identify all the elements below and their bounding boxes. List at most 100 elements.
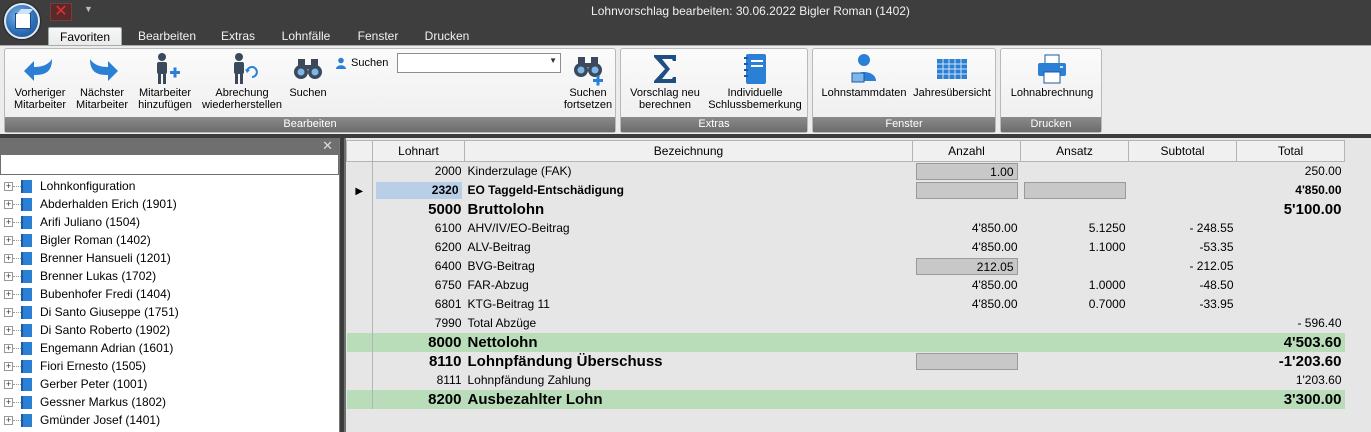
row-selector[interactable] [346, 313, 373, 333]
bezeichnung-cell[interactable]: Total Abzüge [465, 314, 913, 333]
anzahl-cell[interactable] [912, 389, 1021, 409]
tree-item-employee[interactable]: + Gerber Peter (1001) [0, 375, 339, 393]
tree-item-employee[interactable]: + Gmünder Josef (1401) [0, 411, 339, 429]
expand-icon[interactable]: + [4, 272, 13, 281]
row-selector[interactable]: ▶ [346, 180, 373, 200]
continue-search-button[interactable]: Suchen fortsetzen [561, 51, 615, 117]
row-selector[interactable] [346, 370, 373, 390]
bezeichnung-cell[interactable]: ALV-Beitrag [465, 238, 913, 257]
lohnart-cell[interactable]: 6400 [373, 257, 465, 276]
ansatz-cell[interactable] [1021, 162, 1129, 181]
recalculate-button[interactable]: Vorschlag neu berechnen [625, 51, 705, 117]
lohnart-cell[interactable]: 7990 [373, 314, 465, 333]
ansatz-cell[interactable] [1020, 332, 1129, 352]
anzahl-cell[interactable] [913, 314, 1021, 333]
tree-item-employee[interactable]: + Abderhalden Erich (1901) [0, 195, 339, 213]
tab-extras[interactable]: Extras [214, 27, 262, 46]
application-menu-button[interactable] [4, 3, 40, 39]
anzahl-cell[interactable]: 4'850.00 [913, 219, 1021, 238]
lohnart-cell[interactable]: 6200 [373, 238, 465, 257]
expand-icon[interactable]: + [4, 182, 13, 191]
lohnart-cell[interactable]: 8200 [372, 389, 465, 409]
ansatz-cell[interactable] [1021, 371, 1129, 390]
ansatz-cell[interactable] [1021, 200, 1129, 219]
tree-item-lohnkonfiguration[interactable]: + Lohnkonfiguration [0, 177, 339, 195]
bezeichnung-cell[interactable]: Lohnpfändung Zahlung [465, 371, 913, 390]
lohnart-cell[interactable]: 2000 [373, 162, 465, 181]
table-row[interactable]: 6200 ALV-Beitrag 4'850.00 1.1000 -53.35 [346, 237, 1345, 257]
bezeichnung-cell[interactable]: Nettolohn [464, 332, 913, 352]
table-row[interactable]: ▶ 2320 EO Taggeld-Entschädigung 4'850.00 [346, 180, 1345, 200]
table-row[interactable]: 8110 Lohnpfändung Überschuss -1'203.60 [346, 351, 1345, 371]
tree-item-employee[interactable]: + Arifi Juliano (1504) [0, 213, 339, 231]
tab-drucken[interactable]: Drucken [418, 27, 476, 46]
lohnart-cell[interactable]: 6801 [373, 295, 465, 314]
row-selector[interactable] [346, 294, 373, 314]
bezeichnung-cell[interactable]: EO Taggeld-Entschädigung [465, 181, 913, 200]
anzahl-cell[interactable] [913, 181, 1021, 200]
anzahl-cell[interactable]: 212.05 [913, 257, 1021, 276]
tab-lohnfaelle[interactable]: Lohnfälle [274, 27, 338, 46]
lohnart-cell[interactable]: 8111 [373, 371, 465, 390]
lohnart-cell[interactable]: 2320 [373, 181, 465, 200]
tree-item-employee[interactable]: + Bubenhofer Fredi (1404) [0, 285, 339, 303]
row-selector[interactable] [346, 218, 373, 238]
ansatz-cell[interactable] [1021, 257, 1129, 276]
ansatz-cell[interactable]: 1.1000 [1021, 238, 1129, 257]
table-row[interactable]: 6100 AHV/IV/EO-Beitrag 4'850.00 5.1250 - 248… [346, 218, 1345, 238]
tree-item-employee[interactable]: + Bigler Roman (1402) [0, 231, 339, 249]
row-selector[interactable] [346, 256, 373, 276]
row-selector[interactable] [346, 237, 373, 257]
table-row[interactable]: 8000 Nettolohn 4'503.60 [346, 332, 1345, 352]
tree-item-employee[interactable]: + Fiori Ernesto (1505) [0, 357, 339, 375]
column-header-subtotal[interactable]: Subtotal [1128, 140, 1237, 162]
table-row[interactable]: 8200 Ausbezahlter Lohn 3'300.00 [346, 389, 1345, 409]
ansatz-cell[interactable] [1021, 181, 1129, 200]
expand-icon[interactable]: + [4, 200, 13, 209]
ansatz-cell[interactable]: 0.7000 [1021, 295, 1129, 314]
chevron-down-icon[interactable]: ▼ [549, 56, 557, 65]
final-remark-button[interactable]: Individuelle Schlussbemerkung [705, 51, 805, 117]
anzahl-cell[interactable] [913, 200, 1021, 219]
bezeichnung-cell[interactable]: Kinderzulage (FAK) [465, 162, 913, 181]
anzahl-cell[interactable] [913, 352, 1021, 371]
expand-icon[interactable]: + [4, 362, 13, 371]
anzahl-cell[interactable] [913, 371, 1021, 390]
lohnart-cell[interactable]: 8110 [373, 352, 465, 371]
bezeichnung-cell[interactable]: AHV/IV/EO-Beitrag [465, 219, 913, 238]
bezeichnung-cell[interactable]: Lohnpfändung Überschuss [465, 352, 913, 371]
column-header-anzahl[interactable]: Anzahl [912, 140, 1021, 162]
row-selector[interactable] [346, 275, 373, 295]
expand-icon[interactable]: + [4, 380, 13, 389]
row-selector[interactable] [346, 389, 373, 409]
row-selector[interactable] [346, 332, 373, 352]
anzahl-cell[interactable]: 4'850.00 [913, 295, 1021, 314]
tab-favoriten[interactable]: Favoriten [48, 27, 122, 46]
row-selector[interactable] [346, 351, 373, 371]
tree-item-employee[interactable]: + Brenner Hansueli (1201) [0, 249, 339, 267]
ansatz-cell[interactable]: 1.0000 [1021, 276, 1129, 295]
anzahl-cell[interactable]: 4'850.00 [913, 276, 1021, 295]
expand-icon[interactable]: + [4, 416, 13, 425]
tree-item-employee[interactable]: + Di Santo Giuseppe (1751) [0, 303, 339, 321]
tree-item-employee[interactable]: + Brenner Lukas (1702) [0, 267, 339, 285]
tab-fenster[interactable]: Fenster [350, 27, 406, 46]
close-icon[interactable]: ✕ [322, 138, 333, 154]
expand-icon[interactable]: + [4, 398, 13, 407]
expand-icon[interactable]: + [4, 326, 13, 335]
table-row[interactable]: 7990 Total Abzüge - 596.40 [346, 313, 1345, 333]
expand-icon[interactable]: + [4, 218, 13, 227]
master-data-button[interactable]: Lohnstammdaten [817, 51, 911, 117]
bezeichnung-cell[interactable]: Ausbezahlter Lohn [464, 389, 913, 409]
table-row[interactable]: 5000 Bruttolohn 5'100.00 [346, 199, 1345, 219]
row-selector[interactable] [346, 161, 373, 181]
add-employee-button[interactable]: Mitarbeiter hinzufügen [133, 51, 197, 117]
ansatz-cell[interactable]: 5.1250 [1021, 219, 1129, 238]
lohnart-cell[interactable]: 8000 [372, 332, 465, 352]
row-selector[interactable] [346, 199, 373, 219]
restore-payroll-button[interactable]: Abrechung wiederherstellen [199, 51, 285, 117]
anzahl-cell[interactable] [912, 332, 1021, 352]
expand-icon[interactable]: + [4, 236, 13, 245]
bezeichnung-cell[interactable]: BVG-Beitrag [465, 257, 913, 276]
table-row[interactable]: 2000 Kinderzulage (FAK) 1.00 250.00 [346, 161, 1345, 181]
